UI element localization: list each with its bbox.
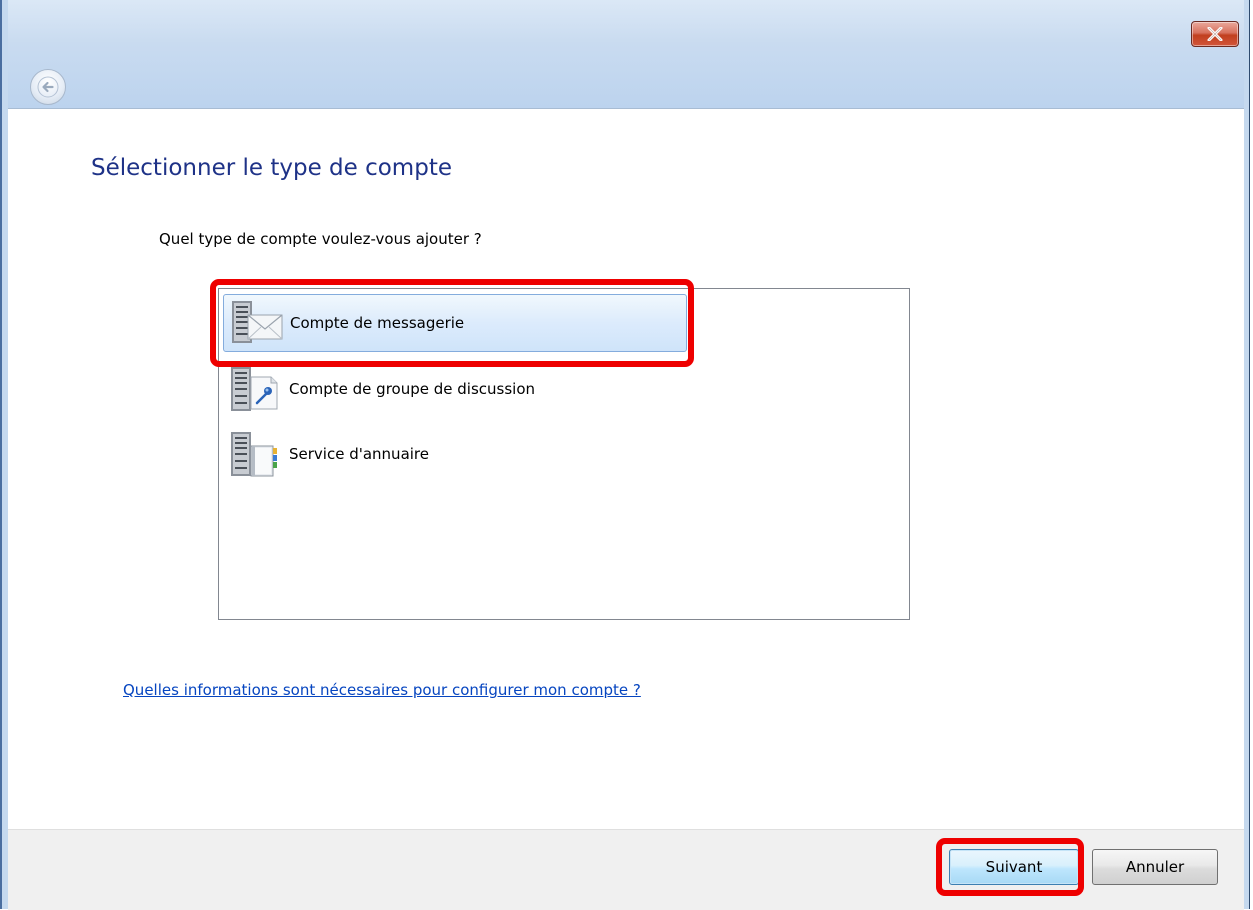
- server-mail-icon: [224, 294, 284, 352]
- close-icon: [1207, 27, 1223, 41]
- cancel-button[interactable]: Annuler: [1092, 849, 1218, 885]
- title-bar: [8, 0, 1244, 108]
- dialog-window: Sélectionner le type de compte Quel type…: [0, 0, 1253, 910]
- back-button[interactable]: [30, 69, 66, 105]
- list-item-label: Compte de groupe de discussion: [289, 380, 535, 398]
- window-right-edge: [1244, 0, 1253, 909]
- list-item-newsgroup-account[interactable]: Compte de groupe de discussion: [223, 360, 687, 418]
- list-item-directory-service[interactable]: Service d'annuaire: [223, 425, 687, 483]
- dialog-content: Sélectionner le type de compte Quel type…: [8, 108, 1244, 830]
- question-label: Quel type de compte voulez-vous ajouter …: [159, 230, 482, 248]
- list-item-email-account[interactable]: Compte de messagerie: [223, 294, 687, 352]
- server-newsgroup-icon: [223, 360, 283, 418]
- list-item-label: Service d'annuaire: [289, 445, 429, 463]
- help-link[interactable]: Quelles informations sont nécessaires po…: [123, 681, 641, 699]
- next-button[interactable]: Suivant: [949, 849, 1079, 885]
- account-type-list[interactable]: Compte de messagerie Compte de groupe de…: [218, 288, 910, 620]
- dialog-footer: Suivant Annuler: [8, 829, 1244, 910]
- window-left-edge: [0, 0, 8, 909]
- server-directory-icon: [223, 425, 283, 483]
- page-title: Sélectionner le type de compte: [91, 155, 452, 181]
- list-item-label: Compte de messagerie: [290, 314, 465, 332]
- back-arrow-icon: [37, 76, 59, 98]
- close-button[interactable]: [1191, 21, 1239, 47]
